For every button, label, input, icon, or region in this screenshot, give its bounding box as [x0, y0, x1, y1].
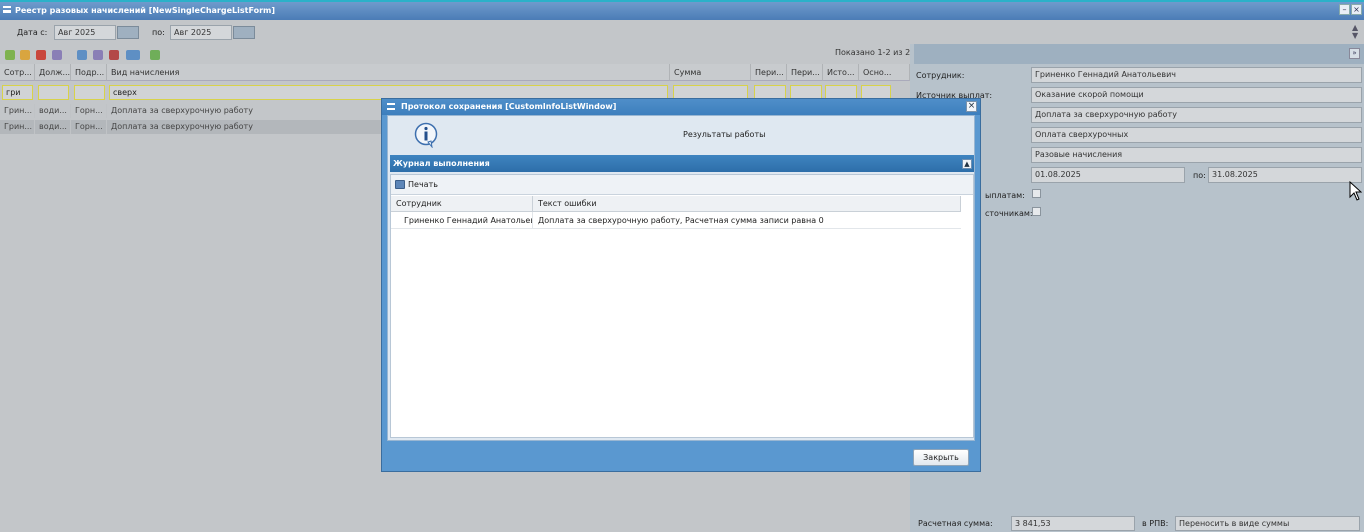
col-department[interactable]: Подр...: [71, 64, 107, 81]
rpv-label: в РПВ:: [1142, 519, 1169, 528]
basis-field[interactable]: Оплата сверхурочных: [1031, 127, 1362, 143]
col-basis[interactable]: Осно...: [859, 64, 910, 81]
delete-icon[interactable]: [36, 50, 46, 60]
print-label: Печать: [408, 180, 438, 189]
cell-position: води...: [35, 104, 71, 118]
cell-position: води...: [35, 120, 71, 134]
detail-panel-header: [914, 44, 1364, 64]
position-filter-input[interactable]: [38, 85, 69, 100]
clear-filter-icon[interactable]: [109, 50, 119, 60]
col-source[interactable]: Исто...: [823, 64, 859, 81]
kind-field[interactable]: Разовые начисления: [1031, 147, 1362, 163]
log-col-error[interactable]: Текст ошибки: [533, 196, 961, 212]
export-icon[interactable]: [93, 50, 103, 60]
execution-log-header[interactable]: Журнал выполнения: [390, 155, 974, 172]
date-from-picker-icon[interactable]: [117, 26, 139, 39]
source-field[interactable]: Оказание скорой помощи: [1031, 87, 1362, 103]
check1-label: ыплатам:: [985, 191, 1025, 200]
dialog-titlebar[interactable]: Протокол сохранения [CustomInfoListWindo…: [382, 99, 980, 115]
col-period-1[interactable]: Пери...: [751, 64, 787, 81]
grid-shown-count: Показано 1-2 из 2: [835, 48, 911, 57]
check2-checkbox[interactable]: [1032, 207, 1041, 216]
log-col-employee[interactable]: Сотрудник: [391, 196, 533, 212]
cell-department: Горн...: [71, 120, 107, 134]
col-charge-type[interactable]: Вид начисления: [107, 64, 670, 81]
log-cell-error: Доплата за сверхурочную работу, Расчетна…: [538, 216, 824, 225]
date-from-input[interactable]: Авг 2025: [54, 25, 116, 40]
date-from-label: Дата с:: [17, 28, 48, 37]
col-amount[interactable]: Сумма: [670, 64, 751, 81]
col-period-2[interactable]: Пери...: [787, 64, 823, 81]
date-to-picker-icon[interactable]: [233, 26, 255, 39]
results-text: Результаты работы: [683, 130, 766, 139]
close-button[interactable]: Закрыть: [913, 449, 969, 466]
col-position[interactable]: Долж...: [35, 64, 71, 81]
employee-field[interactable]: Гриненко Геннадий Анатольевич: [1031, 67, 1362, 83]
period-from-field[interactable]: 01.08.2025: [1031, 167, 1185, 183]
period-to-field[interactable]: 31.08.2025: [1208, 167, 1362, 183]
calc-sum-field[interactable]: 3 841,53: [1011, 516, 1135, 531]
dialog-title: Протокол сохранения [CustomInfoListWindo…: [401, 102, 617, 111]
calc-sum-label: Расчетная сумма:: [918, 519, 993, 528]
window-menu-icon[interactable]: [3, 6, 11, 13]
date-to-input[interactable]: Авг 2025: [170, 25, 232, 40]
main-window-titlebar: Реестр разовых начислений [NewSingleChar…: [0, 0, 1364, 20]
department-filter-input[interactable]: [74, 85, 105, 100]
add-icon[interactable]: [5, 50, 15, 60]
employee-filter-input[interactable]: гри: [2, 85, 33, 100]
log-cell-employee: Гриненко Геннадий Анатольевич: [391, 212, 533, 229]
refresh-icon[interactable]: [150, 50, 160, 60]
collapse-section-icon[interactable]: ▲: [962, 159, 972, 169]
minimize-icon[interactable]: –: [1339, 4, 1350, 15]
save-protocol-dialog: Протокол сохранения [CustomInfoListWindo…: [381, 98, 981, 472]
print-icon: [395, 180, 405, 189]
edit-icon[interactable]: [20, 50, 30, 60]
execution-log-title: Журнал выполнения: [393, 159, 490, 168]
actions-dropdown-icon[interactable]: [52, 50, 62, 60]
execution-log-content: Печать Сотрудник Текст ошибки Гриненко Г…: [390, 174, 974, 438]
dialog-menu-icon[interactable]: [387, 103, 395, 110]
cell-department: Горн...: [71, 104, 107, 118]
charge-field[interactable]: Доплата за сверхурочную работу: [1031, 107, 1362, 123]
period-to-label: по:: [1193, 171, 1206, 180]
collapse-panel-icon[interactable]: »: [1349, 48, 1360, 59]
cell-employee: Грин...: [0, 120, 35, 134]
info-icon: [414, 122, 438, 148]
main-window-title: Реестр разовых начислений [NewSingleChar…: [15, 6, 276, 15]
dialog-close-icon[interactable]: ×: [966, 101, 977, 112]
log-toolbar: [391, 175, 973, 195]
mouse-cursor-icon: [1349, 181, 1362, 201]
employee-label: Сотрудник:: [916, 71, 965, 80]
print-button[interactable]: Печать: [395, 179, 439, 191]
date-to-label: по:: [152, 28, 165, 37]
close-window-icon[interactable]: ×: [1351, 4, 1362, 15]
print-dropdown-icon[interactable]: [126, 50, 140, 60]
scroll-arrows-icon[interactable]: ▲ ▼: [1352, 24, 1360, 40]
copy-icon[interactable]: [77, 50, 87, 60]
log-row[interactable]: Гриненко Геннадий Анатольевич Доплата за…: [391, 212, 961, 229]
col-employee[interactable]: Сотр...: [0, 64, 35, 81]
dialog-body: Результаты работы Журнал выполнения ▲ Пе…: [387, 115, 975, 441]
cell-employee: Грин...: [0, 104, 35, 118]
check2-label: сточникам:: [985, 209, 1033, 218]
rpv-field[interactable]: Переносить в виде суммы: [1175, 516, 1360, 531]
check1-checkbox[interactable]: [1032, 189, 1041, 198]
